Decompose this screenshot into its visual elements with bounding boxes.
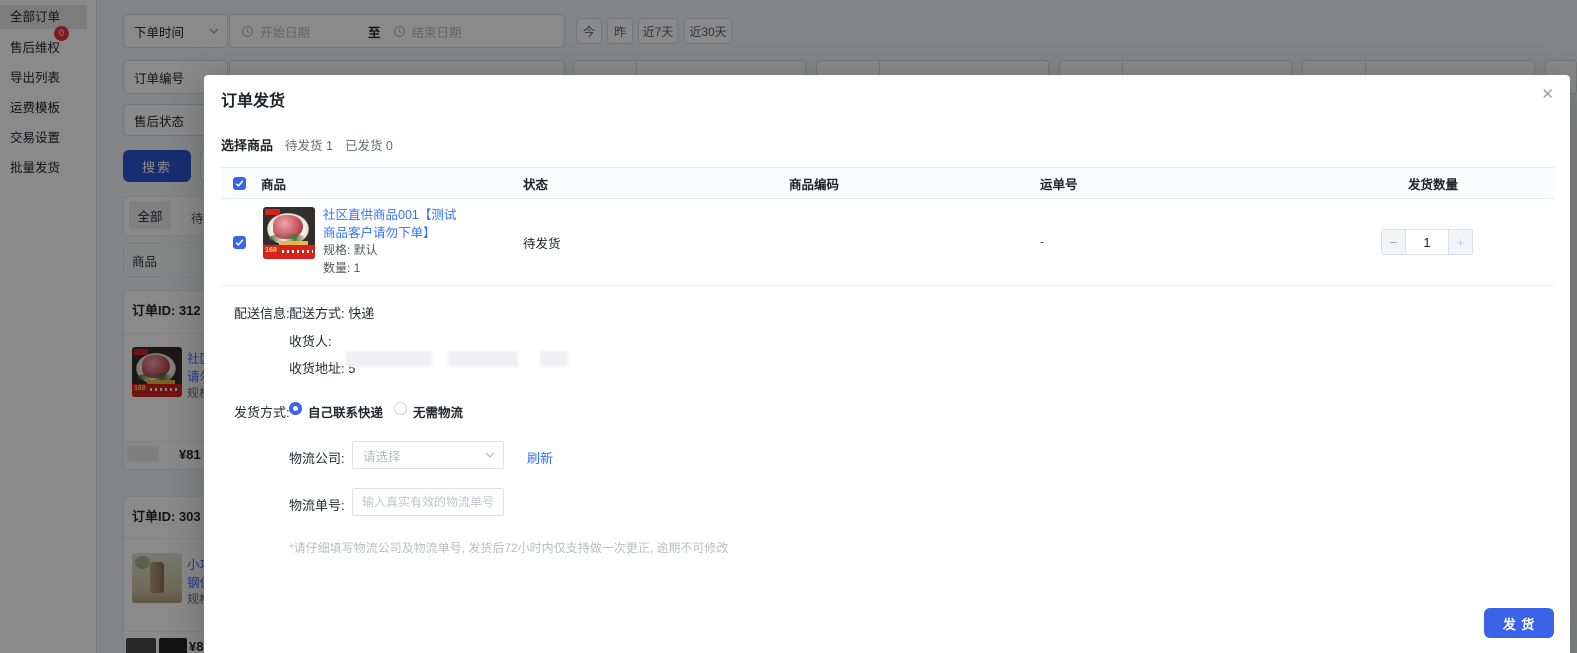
product-image[interactable]: 168 bbox=[263, 207, 315, 259]
col-status: 状态 bbox=[523, 174, 789, 193]
delivery-info-label: 配送信息: bbox=[234, 303, 290, 322]
radio-no-logistics[interactable] bbox=[394, 402, 407, 415]
corner-tag-shape bbox=[265, 209, 280, 215]
table-header-row: 商品 状态 商品编码 运单号 发货数量 bbox=[221, 167, 1554, 199]
receiver-label: 收货人: bbox=[289, 331, 332, 350]
redacted-address bbox=[448, 351, 518, 367]
ship-method-label: 发货方式: bbox=[234, 402, 290, 421]
product-cell: 168 社区直供商品001【测试 商品客户请勿下单】 规格: 默认 数量: 1 bbox=[261, 207, 523, 277]
product-quantity: 数量: 1 bbox=[323, 260, 456, 278]
ship-qty-stepper: − + bbox=[1381, 229, 1473, 255]
check-icon bbox=[235, 238, 244, 247]
delivery-method: 配送方式: 快递 bbox=[289, 303, 374, 322]
shipped-count: 已发货 0 bbox=[345, 135, 393, 154]
stepper-minus-button[interactable]: − bbox=[1381, 229, 1405, 255]
refresh-link[interactable]: 刷新 bbox=[527, 448, 553, 467]
redacted-address bbox=[540, 351, 568, 367]
product-name-link[interactable]: 商品客户请勿下单】 bbox=[323, 225, 456, 243]
row-checkbox[interactable] bbox=[233, 236, 246, 249]
logistics-company-label: 物流公司: bbox=[289, 448, 345, 467]
modal-title: 订单发货 bbox=[221, 87, 285, 111]
radio-self-courier-label[interactable]: 自己联系快递 bbox=[308, 402, 383, 421]
logistics-company-placeholder: 请选择 bbox=[353, 446, 485, 465]
table-row: 168 社区直供商品001【测试 商品客户请勿下单】 规格: 默认 数量: 1 … bbox=[221, 199, 1554, 286]
ship-order-modal: 订单发货 ✕ 选择商品 待发货 1 已发货 0 商品 状态 商品编码 运单号 发… bbox=[204, 75, 1570, 653]
tracking-number-input[interactable] bbox=[352, 488, 504, 516]
app-window: 全部订单 0 售后维权 导出列表 运费模板 交易设置 批量发货 下单时间 开始日… bbox=[0, 0, 1577, 653]
select-products-bar: 选择商品 待发货 1 已发货 0 bbox=[221, 135, 393, 154]
product-name-link[interactable]: 社区直供商品001【测试 bbox=[323, 207, 456, 225]
col-ship-qty: 发货数量 bbox=[1381, 174, 1554, 193]
waybill-cell: - bbox=[1040, 235, 1381, 249]
ship-note: *请仔细填写物流公司及物流单号, 发货后72小时内仅支持做一次更正, 逾期不可修… bbox=[289, 539, 728, 556]
status-cell: 待发货 bbox=[523, 233, 789, 252]
col-product: 商品 bbox=[261, 174, 523, 193]
ship-submit-button[interactable]: 发 货 bbox=[1484, 608, 1554, 638]
product-spec: 规格: 默认 bbox=[323, 242, 456, 260]
close-icon[interactable]: ✕ bbox=[1541, 87, 1554, 102]
tracking-number-label: 物流单号: bbox=[289, 495, 345, 514]
chevron-down-icon bbox=[485, 452, 495, 458]
stepper-plus-button[interactable]: + bbox=[1449, 229, 1473, 255]
radio-no-logistics-label[interactable]: 无需物流 bbox=[413, 402, 463, 421]
radio-self-courier[interactable] bbox=[289, 402, 302, 415]
logistics-company-select[interactable]: 请选择 bbox=[352, 441, 504, 469]
select-all-checkbox[interactable] bbox=[233, 177, 246, 190]
thumb-price: 168 bbox=[265, 247, 277, 254]
specks bbox=[282, 250, 313, 253]
check-icon bbox=[235, 179, 244, 188]
col-waybill: 运单号 bbox=[1040, 174, 1381, 193]
price-banner-shape: 168 bbox=[263, 245, 315, 259]
ship-products-table: 商品 状态 商品编码 运单号 发货数量 bbox=[221, 167, 1554, 286]
redacted-address bbox=[345, 351, 432, 367]
pending-count: 待发货 1 bbox=[285, 135, 333, 154]
ship-qty-input[interactable] bbox=[1405, 229, 1449, 255]
select-products-label: 选择商品 bbox=[221, 135, 273, 154]
col-code: 商品编码 bbox=[789, 174, 1040, 193]
